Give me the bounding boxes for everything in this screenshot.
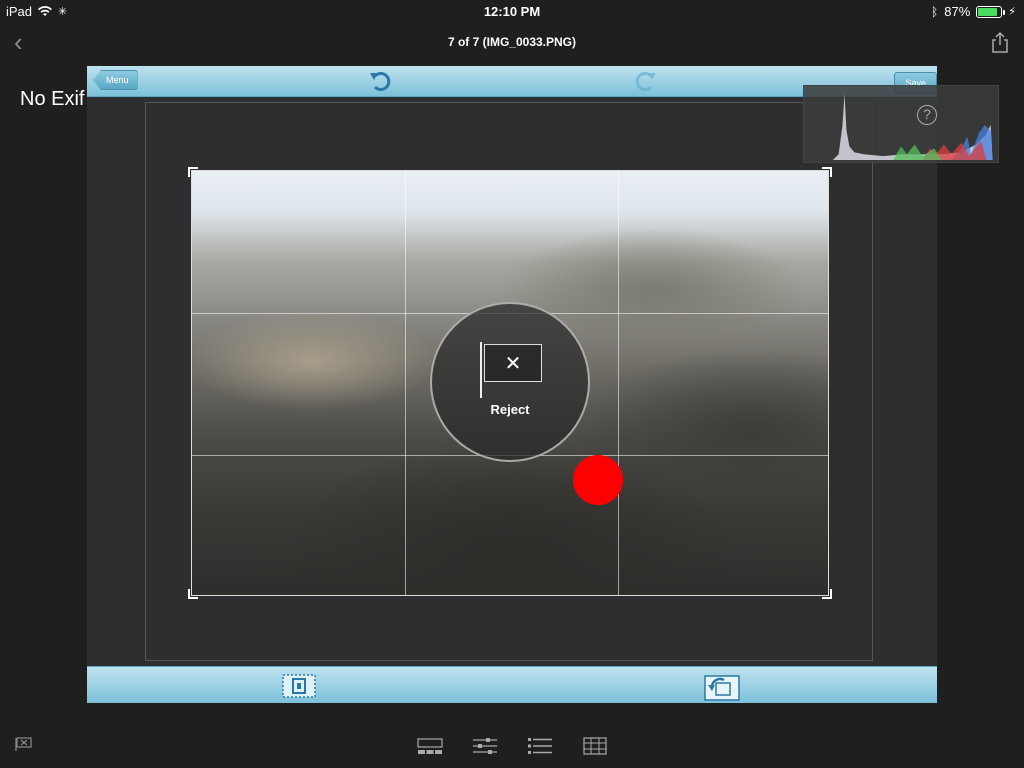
help-icon[interactable]: ? bbox=[917, 105, 937, 125]
crop-handle-bottom-left[interactable] bbox=[188, 589, 198, 599]
crop-handle-bottom-right[interactable] bbox=[822, 589, 832, 599]
crop-icon[interactable] bbox=[282, 674, 316, 698]
grid-line bbox=[405, 171, 406, 595]
share-icon[interactable] bbox=[990, 30, 1010, 54]
status-bar: iPad ✳ 12:10 PM ᛒ 87% ⚡ bbox=[0, 0, 1024, 22]
menu-button[interactable]: Menu bbox=[93, 70, 138, 90]
battery-icon bbox=[976, 5, 1006, 18]
crop-handle-top-right[interactable] bbox=[822, 167, 832, 177]
charging-icon: ⚡ bbox=[1008, 6, 1016, 18]
histogram-green bbox=[893, 144, 942, 161]
histogram-panel bbox=[803, 85, 999, 163]
touch-marker bbox=[573, 455, 623, 505]
reject-label: Reject bbox=[490, 402, 530, 417]
rotate-icon[interactable] bbox=[704, 675, 740, 701]
crop-handle-top-left[interactable] bbox=[188, 167, 198, 177]
reject-button[interactable]: ✕ Reject bbox=[430, 302, 590, 462]
grid-line bbox=[618, 171, 619, 595]
bottom-toolbar bbox=[0, 730, 1024, 768]
text-cursor bbox=[480, 342, 482, 398]
grid-view-icon[interactable] bbox=[582, 736, 608, 756]
status-time: 12:10 PM bbox=[483, 4, 541, 19]
filmstrip-icon[interactable] bbox=[417, 736, 443, 756]
redo-icon[interactable] bbox=[633, 70, 657, 92]
undo-icon[interactable] bbox=[369, 70, 393, 92]
battery-percent: 87% bbox=[944, 4, 971, 19]
adjustments-sliders-icon[interactable] bbox=[472, 736, 498, 756]
list-icon[interactable] bbox=[527, 736, 553, 756]
editor-bottom-toolbar bbox=[87, 666, 937, 703]
image-title: 7 of 7 (IMG_0033.PNG) bbox=[447, 35, 577, 49]
reject-flag-icon[interactable] bbox=[14, 736, 34, 752]
close-icon: ✕ bbox=[484, 344, 542, 382]
bluetooth-icon: ᛒ bbox=[931, 4, 939, 19]
navigation-bar: ‹ 7 of 7 (IMG_0033.PNG) bbox=[0, 24, 1024, 60]
